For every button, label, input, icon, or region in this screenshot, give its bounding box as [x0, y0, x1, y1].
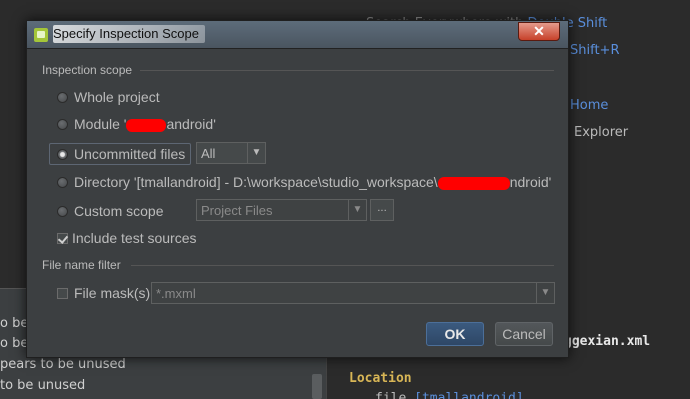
file-mask-input[interactable]: *.mxml ▼ — [151, 282, 555, 304]
location-file-line: file [tmallandroid] — [375, 391, 524, 399]
chevron-down-icon[interactable]: ▼ — [348, 200, 366, 220]
directory-label-suffix: ndroid' — [509, 174, 552, 190]
module-option[interactable]: Module ' android' — [57, 115, 216, 133]
file-name-filter-divider — [131, 265, 554, 266]
results-scrollbar[interactable] — [312, 374, 322, 399]
file-mask-label: File mask(s) — [74, 285, 151, 301]
file-mask-value: *.mxml — [156, 286, 196, 301]
file-prefix: file — [375, 391, 407, 399]
inspection-scope-label: Inspection scope — [42, 63, 133, 77]
result-line[interactable]: to be unused — [0, 378, 85, 393]
custom-scope-label: Custom scope — [74, 203, 164, 219]
uncommitted-files-radio[interactable] — [57, 148, 68, 160]
custom-scope-option[interactable]: Custom scope — [57, 202, 163, 220]
hint-text: Explorer — [574, 125, 629, 140]
result-line[interactable]: o be — [0, 336, 28, 351]
ok-button[interactable]: OK — [426, 322, 484, 346]
hint-key: Home — [570, 98, 609, 113]
inspection-scope-divider — [140, 70, 554, 71]
file-mask-option[interactable]: File mask(s) — [57, 284, 150, 302]
uncommitted-files-option[interactable]: Uncommitted files — [57, 145, 185, 163]
file-mask-checkbox[interactable] — [57, 287, 68, 299]
dialog-titlebar[interactable]: Specify Inspection Scope ✕ — [27, 21, 568, 49]
file-link[interactable]: [tmallandroid] — [414, 391, 524, 399]
directory-option[interactable]: Directory '[tmallandroid] - D:\workspace… — [57, 173, 551, 191]
directory-radio[interactable] — [57, 176, 68, 188]
changelist-select[interactable]: All ▼ — [196, 142, 266, 164]
module-label-suffix: android' — [166, 116, 216, 132]
whole-project-radio[interactable] — [57, 91, 68, 103]
custom-scope-more-button[interactable]: ... — [370, 199, 394, 221]
include-test-sources-checkbox[interactable] — [57, 232, 68, 244]
module-label: Module ' android' — [74, 116, 216, 132]
module-radio[interactable] — [57, 118, 68, 130]
chevron-down-icon[interactable]: ▼ — [247, 143, 265, 163]
result-line[interactable]: pears to be unused — [0, 357, 126, 372]
chevron-down-icon[interactable]: ▼ — [536, 283, 554, 303]
close-button[interactable]: ✕ — [518, 22, 560, 41]
specify-inspection-scope-dialog: Specify Inspection Scope ✕ Inspection sc… — [26, 20, 569, 358]
whole-project-option[interactable]: Whole project — [57, 88, 160, 106]
module-label-prefix: Module ' — [74, 116, 127, 132]
custom-scope-radio[interactable] — [57, 205, 68, 217]
file-name-filter-label: File name filter — [42, 258, 121, 272]
whole-project-label: Whole project — [74, 89, 160, 105]
hint-key: Shift+R — [570, 43, 620, 58]
home-hint: Home — [570, 98, 608, 113]
redaction-mark — [437, 176, 510, 190]
directory-label-prefix: Directory '[tmallandroid] - D:\workspace… — [74, 174, 438, 190]
include-test-sources-label: Include test sources — [72, 230, 197, 246]
custom-scope-select[interactable]: Project Files ▼ — [196, 199, 367, 221]
directory-label: Directory '[tmallandroid] - D:\workspace… — [74, 174, 551, 190]
android-studio-icon — [34, 28, 48, 42]
uncommitted-files-label: Uncommitted files — [74, 146, 186, 162]
include-test-sources-option[interactable]: Include test sources — [57, 229, 197, 247]
redaction-mark — [126, 118, 167, 132]
dialog-title: Specify Inspection Scope — [53, 25, 205, 43]
result-line[interactable]: o be — [0, 316, 28, 331]
explorer-hint: Explorer — [574, 125, 628, 140]
location-heading: Location — [349, 371, 412, 386]
cancel-button[interactable]: Cancel — [495, 322, 553, 346]
shortcut-hint: Shift+R — [570, 43, 619, 58]
changelist-select-value: All — [201, 146, 216, 161]
detail-file-name: ggexian.xml — [564, 334, 651, 349]
custom-scope-select-value: Project Files — [201, 203, 273, 218]
